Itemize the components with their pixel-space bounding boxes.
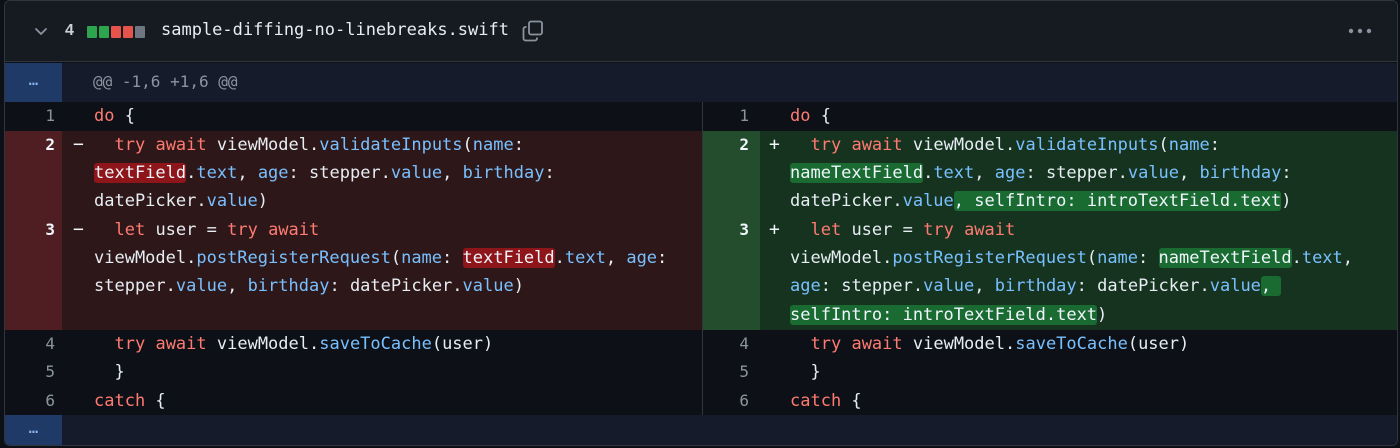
changes-count: 4: [65, 22, 74, 39]
code-line-wrap: nameTextField.text, age: stepper.value, …: [790, 163, 1292, 183]
line-number[interactable]: 2: [699, 131, 749, 160]
added-token: ,: [1260, 276, 1282, 296]
code-line-wrap: viewModel.postRegisterRequest(name: name…: [790, 248, 1364, 268]
addition-marker: +: [769, 219, 780, 240]
code-line: let user = try await: [114, 220, 320, 240]
kebab-horizontal-icon[interactable]: [1347, 25, 1373, 37]
deleted-token: textField: [462, 248, 555, 268]
expand-down-button[interactable]: …: [5, 415, 62, 445]
code-line: do {: [94, 106, 135, 126]
file-name[interactable]: sample-diffing-no-linebreaks.swift: [161, 20, 509, 40]
code-line: try await viewModel.validateInputs(name:: [114, 135, 524, 155]
code-line-wrap: datePicker.value): [94, 191, 269, 211]
added-token: selfIntro: introTextField.text: [790, 305, 1098, 325]
line-number[interactable]: 3: [699, 216, 749, 245]
diffstat: [87, 26, 145, 38]
code-line: try await viewModel.saveToCache(user): [810, 334, 1190, 354]
code-line: }: [810, 362, 821, 382]
diff-file-panel: 4 sample-diffing-no-linebreaks.swift … @…: [4, 0, 1398, 446]
line-number[interactable]: 4: [5, 330, 55, 359]
line-number[interactable]: 1: [699, 102, 749, 131]
code-line: let user = try await: [810, 220, 1016, 240]
diffstat-block: [123, 26, 133, 38]
line-number[interactable]: 6: [699, 387, 749, 416]
expand-footer-row: …: [5, 415, 1397, 445]
copy-icon[interactable]: [521, 19, 545, 43]
line-number[interactable]: 5: [699, 358, 749, 387]
hunk-header: @@ -1,6 +1,6 @@: [93, 72, 238, 91]
line-number[interactable]: 4: [699, 330, 749, 359]
deletion-marker: −: [73, 134, 84, 155]
code-line-wrap: datePicker.value, selfIntro: introTextFi…: [790, 191, 1292, 211]
code-line: }: [114, 362, 125, 382]
code-line-wrap: viewModel.postRegisterRequest(name: text…: [94, 248, 668, 268]
deleted-token: textField: [94, 163, 187, 183]
line-number[interactable]: 5: [5, 358, 55, 387]
code-line: try await viewModel.saveToCache(user): [114, 334, 494, 354]
chevron-down-icon[interactable]: [33, 23, 49, 39]
deletion-marker: −: [73, 219, 84, 240]
code-line-wrap: selfIntro: introTextField.text): [790, 305, 1108, 325]
expand-up-button[interactable]: …: [5, 63, 62, 102]
hunk-header-row: … @@ -1,6 +1,6 @@: [5, 63, 1397, 102]
code-line-wrap: textField.text, age: stepper.value, birt…: [94, 163, 555, 183]
diffstat-block: [135, 26, 145, 38]
added-token: nameTextField: [790, 163, 924, 183]
added-token: , selfIntro: introTextField.text: [953, 191, 1282, 211]
code-line: catch {: [94, 391, 166, 411]
code-line: catch {: [790, 391, 862, 411]
code-line-wrap: age: stepper.value, birthday: datePicker…: [790, 276, 1282, 296]
line-number[interactable]: 3: [5, 216, 55, 245]
addition-marker: +: [769, 134, 780, 155]
line-number[interactable]: 6: [5, 387, 55, 416]
diffstat-block: [99, 26, 109, 38]
line-number[interactable]: 2: [5, 131, 55, 160]
line-number[interactable]: 1: [5, 102, 55, 131]
diffstat-block: [111, 26, 121, 38]
code-line: try await viewModel.validateInputs(name:: [810, 135, 1220, 155]
added-token: nameTextField: [1158, 248, 1292, 268]
diffstat-block: [87, 26, 97, 38]
code-line: do {: [790, 106, 831, 126]
code-line-wrap: stepper.value, birthday: datePicker.valu…: [94, 276, 524, 296]
file-header: 4 sample-diffing-no-linebreaks.swift: [5, 1, 1397, 62]
